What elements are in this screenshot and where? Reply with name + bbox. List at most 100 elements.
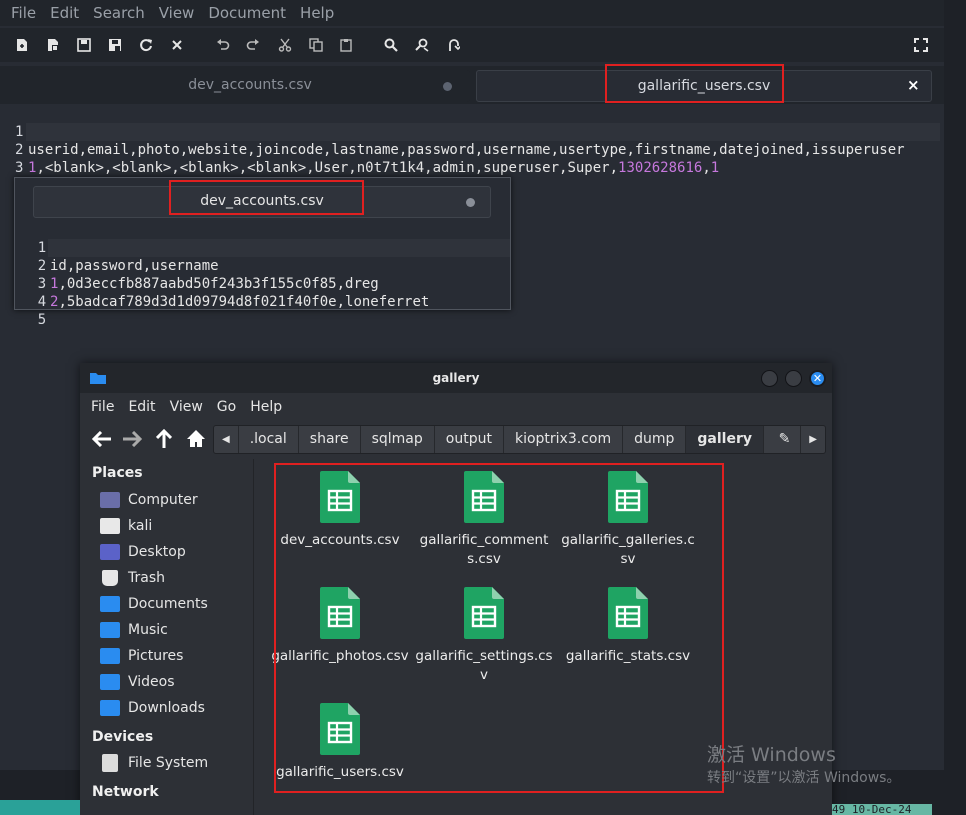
up-arrow-icon[interactable] xyxy=(156,429,172,449)
code-line: 3 2,5badcaf789d3d1d09794d8f021f40f0e,lon… xyxy=(15,257,430,310)
menu-view[interactable]: View xyxy=(163,394,210,420)
devices-heading: Devices xyxy=(92,729,154,745)
fullscreen-icon[interactable] xyxy=(910,34,932,56)
editor-menubar: File Edit Search View Document Help xyxy=(0,0,944,26)
maximize-button[interactable] xyxy=(785,370,802,387)
code-line: 1 userid,email,photo,website,joincode,la… xyxy=(0,105,940,158)
line-text: id,password,username xyxy=(50,258,219,274)
copy-icon[interactable] xyxy=(305,34,327,56)
breadcrumb-item[interactable]: kioptrix3.com xyxy=(504,426,624,453)
sidebar-item-computer[interactable]: Computer xyxy=(100,489,198,511)
sidebar-item-desktop[interactable]: Desktop xyxy=(100,541,186,563)
window-titlebar[interactable]: gallery ✕ xyxy=(80,363,832,393)
downloads-folder-icon xyxy=(100,700,120,716)
sidebar-item-pictures[interactable]: Pictures xyxy=(100,645,183,667)
code-line: 1 id,password,username xyxy=(15,221,219,274)
file-manager-menubar: File Edit View Go Help xyxy=(80,393,832,421)
breadcrumb-item-current[interactable]: gallery xyxy=(686,426,764,453)
pictures-folder-icon xyxy=(100,648,120,664)
code-line: 2 1,0d3eccfb887aabd50f243b3f155c0f85,dre… xyxy=(15,239,379,292)
home-icon[interactable] xyxy=(186,429,206,448)
current-line-highlight xyxy=(48,239,510,257)
taskbar-strip xyxy=(0,800,80,815)
modified-dot-icon xyxy=(443,82,452,91)
breadcrumb-item[interactable]: share xyxy=(299,426,361,453)
menu-edit[interactable]: Edit xyxy=(43,0,86,26)
sidebar-item-documents[interactable]: Documents xyxy=(100,593,208,615)
modified-dot-icon xyxy=(466,198,475,207)
menu-help[interactable]: Help xyxy=(243,394,289,420)
editor-tabbar: dev_accounts.csv gallarific_users.csv × xyxy=(0,66,944,104)
tab-label: dev_accounts.csv xyxy=(188,77,312,93)
status-snippet: 49 10-Dec-24 xyxy=(832,804,932,815)
places-sidebar: Places Computer kali Desktop Trash Docum… xyxy=(80,459,254,815)
breadcrumb-item[interactable]: sqlmap xyxy=(361,426,435,453)
menu-search[interactable]: Search xyxy=(86,0,152,26)
cut-icon[interactable] xyxy=(274,34,296,56)
breadcrumb-item[interactable]: output xyxy=(435,426,504,453)
find-replace-icon[interactable] xyxy=(411,34,433,56)
save-icon[interactable] xyxy=(73,34,95,56)
desktop-icon xyxy=(100,544,120,560)
close-button[interactable]: ✕ xyxy=(809,370,826,387)
sidebar-item-file-system[interactable]: File System xyxy=(100,752,208,774)
goto-line-icon[interactable] xyxy=(442,34,464,56)
videos-folder-icon xyxy=(100,674,120,690)
back-arrow-icon[interactable] xyxy=(92,431,112,447)
new-file-icon[interactable] xyxy=(11,34,33,56)
navigation-bar: ◀ .local share sqlmap output kioptrix3.c… xyxy=(80,421,832,457)
line-text: ,5badcaf789d3d1d09794d8f021f40f0e,lonefe… xyxy=(58,294,430,310)
edit-path-pencil-icon[interactable]: ✎ xyxy=(764,426,802,453)
highlight-box xyxy=(605,64,784,103)
dev-accounts-editor-window: dev_accounts.csv 1 id,password,username … xyxy=(14,177,511,328)
value-number: 1302628616 xyxy=(618,160,703,176)
breadcrumb-scroll-left-icon[interactable]: ◀ xyxy=(214,426,239,453)
close-file-icon[interactable] xyxy=(166,34,188,56)
sidebar-item-music[interactable]: Music xyxy=(100,619,168,641)
breadcrumb-item[interactable]: dump xyxy=(623,426,687,453)
redo-icon[interactable] xyxy=(242,34,264,56)
network-heading: Network xyxy=(92,784,159,800)
search-icon[interactable] xyxy=(380,34,402,56)
value-number: 1 xyxy=(710,160,720,176)
music-folder-icon xyxy=(100,622,120,638)
code-line: 2 1,<blank>,<blank>,<blank>,<blank>,User… xyxy=(0,123,940,176)
line-text: ,<blank>,<blank>,<blank>,<blank>,User,n0… xyxy=(36,160,619,176)
window-title: gallery xyxy=(432,371,480,385)
breadcrumb-item[interactable]: .local xyxy=(239,426,299,453)
sidebar-item-trash[interactable]: Trash xyxy=(100,567,165,589)
menu-view[interactable]: View xyxy=(152,0,202,26)
breadcrumb-scroll-right-icon[interactable]: ▶ xyxy=(801,426,825,453)
new-window-icon[interactable] xyxy=(42,34,64,56)
sidebar-item-videos[interactable]: Videos xyxy=(100,671,175,693)
menu-edit[interactable]: Edit xyxy=(121,394,162,420)
code-line: 3 xyxy=(0,141,51,176)
sidebar-item-kali[interactable]: kali xyxy=(100,515,152,537)
tab-close-icon[interactable]: × xyxy=(907,76,920,94)
line-number: 5 xyxy=(37,312,47,328)
highlight-box xyxy=(169,180,364,215)
line-text: , xyxy=(702,160,711,176)
activation-watermark-title: 激活 Windows xyxy=(707,744,836,766)
menu-go[interactable]: Go xyxy=(210,394,243,420)
documents-folder-icon xyxy=(100,596,120,612)
minimize-button[interactable] xyxy=(761,370,778,387)
undo-icon[interactable] xyxy=(212,34,234,56)
home-folder-icon xyxy=(100,518,120,534)
menu-help[interactable]: Help xyxy=(293,0,341,26)
code-line: 4 xyxy=(0,159,51,194)
menu-file[interactable]: File xyxy=(4,0,43,26)
reload-icon[interactable] xyxy=(135,34,157,56)
code-line: 4 xyxy=(15,275,66,310)
paste-icon[interactable] xyxy=(335,34,357,56)
menu-file[interactable]: File xyxy=(84,394,121,420)
line-text: userid,email,photo,website,joincode,last… xyxy=(28,142,905,158)
sidebar-item-downloads[interactable]: Downloads xyxy=(100,697,205,719)
tab-dev-accounts[interactable]: dev_accounts.csv xyxy=(30,70,470,102)
forward-arrow-icon[interactable] xyxy=(122,431,142,447)
save-as-icon[interactable] xyxy=(104,34,126,56)
menu-document[interactable]: Document xyxy=(201,0,293,26)
code-line: 5 xyxy=(15,293,66,328)
places-heading: Places xyxy=(92,465,143,481)
computer-icon xyxy=(100,492,120,508)
